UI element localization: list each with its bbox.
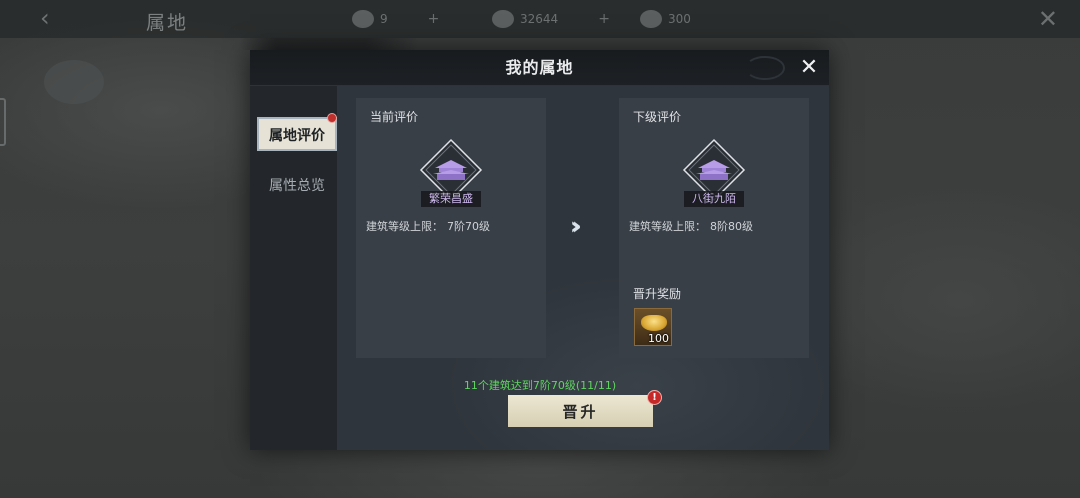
resource-value: 9 [380,12,388,26]
add-resource-icon[interactable]: + [428,11,440,27]
promotion-progress-text: 11个建筑达到7阶70级(11/11) [463,379,617,392]
modal-sidebar: 属地评价 属性总览 [250,86,337,450]
current-rating-panel: 当前评价 繁荣昌盛 建筑等级上限： 7阶70级 [356,98,546,358]
resource-icon [640,10,662,28]
level-cap-label: 建筑等级上限： [366,220,443,233]
promote-button[interactable]: 晋升 [508,395,653,427]
tab-alert-dot [327,113,337,123]
next-level-cap: 建筑等级上限： 8阶80级 [629,218,753,234]
next-rating-header: 下级评价 [633,110,682,124]
resource-counter: 9 + [352,8,439,30]
level-cap-label: 建筑等级上限： [629,220,706,233]
resource-counter: 32644 + [492,8,610,30]
tab-territory-rating[interactable]: 属地评价 [257,117,337,151]
next-rating-panel: 下级评价 八街九陌 建筑等级上限： 8阶80级 晋升奖励 100 [619,98,809,358]
tab-attribute-overview[interactable]: 属性总览 [257,169,337,203]
resource-value: 32644 [520,12,559,26]
current-rating-header: 当前评价 [370,110,419,124]
resource-icon [352,10,374,28]
modal-title: 我的属地 [505,58,574,77]
level-cap-value: 7阶70级 [447,220,490,233]
top-hud-bar: ‹ 属地 9 + 32644 + 300 ✕ [0,0,1080,38]
back-arrow-icon[interactable]: ‹ [40,4,50,32]
gold-ingot-icon [641,315,667,331]
close-icon[interactable]: ✕ [796,54,822,82]
reward-item-slot[interactable]: 100 [634,308,672,346]
resource-counter: 300 [640,8,691,30]
hud-close-icon[interactable]: ✕ [1038,5,1058,33]
brush-stroke-decoration [240,38,420,50]
promote-alert-badge: ! [647,390,662,405]
next-rank-name: 八街九陌 [684,191,744,207]
reward-count: 100 [648,332,669,345]
resource-value: 300 [668,12,691,26]
current-level-cap: 建筑等级上限： 7阶70级 [366,218,490,234]
background-avatar [44,60,104,104]
hud-title: 属地 [146,12,189,34]
promotion-reward-header: 晋升奖励 [633,287,682,301]
modal-header: 我的属地 ✕ [250,50,829,86]
add-resource-icon[interactable]: + [598,11,610,27]
double-chevron-right-icon: ›› [570,212,581,240]
level-cap-value: 8阶80级 [710,220,753,233]
current-rank-name: 繁荣昌盛 [421,191,481,207]
resource-icon [492,10,514,28]
side-drawer-handle[interactable] [0,98,6,146]
